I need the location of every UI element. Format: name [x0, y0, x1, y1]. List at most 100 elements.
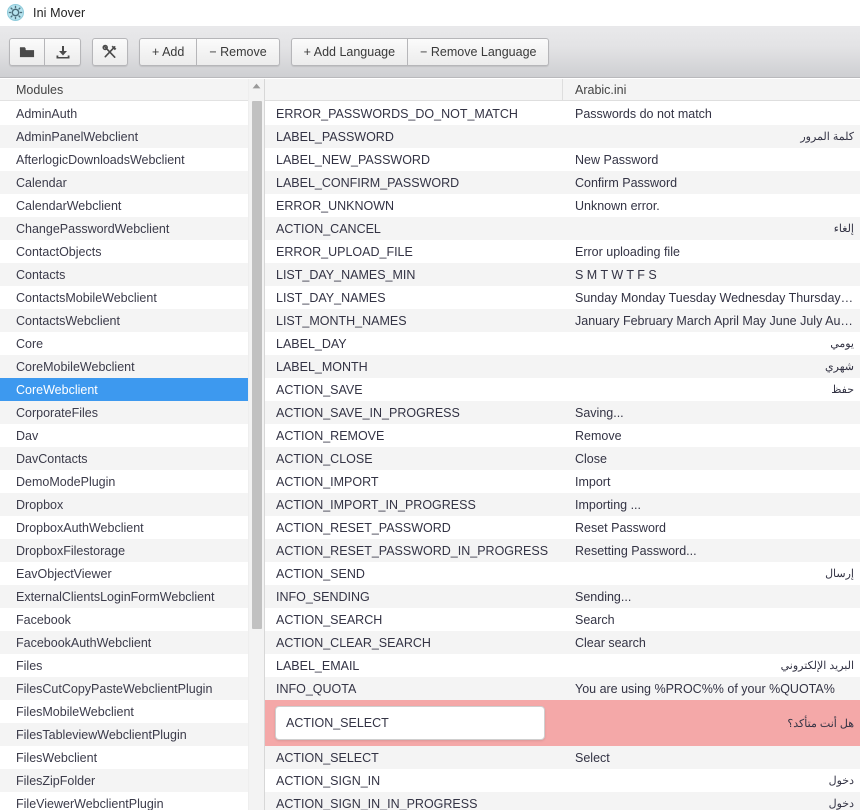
sidebar-item-afterlogicdownloadswebclient[interactable]: AfterlogicDownloadsWebclient — [0, 148, 264, 171]
sidebar-scrollbar[interactable] — [248, 79, 264, 810]
sidebar-item-fileviewerwebclientplugin[interactable]: FileViewerWebclientPlugin — [0, 792, 264, 810]
value-cell[interactable]: Resetting Password... — [563, 539, 860, 562]
table-row[interactable]: LIST_DAY_NAMESSunday Monday Tuesday Wedn… — [265, 286, 860, 309]
value-cell[interactable]: Remove — [563, 424, 860, 447]
scroll-up-arrow-icon[interactable] — [249, 79, 264, 93]
table-row[interactable]: LABEL_DAYيومي — [265, 332, 860, 355]
column-header-value[interactable]: Arabic.ini — [563, 79, 860, 100]
value-cell[interactable]: Sending... — [563, 585, 860, 608]
table-body[interactable]: ERROR_PASSWORDS_DO_NOT_MATCHPasswords do… — [265, 102, 860, 810]
sidebar-item-dropboxauthwebclient[interactable]: DropboxAuthWebclient — [0, 516, 264, 539]
value-cell[interactable]: دخول — [563, 769, 860, 792]
table-row[interactable]: INFO_SENDINGSending... — [265, 585, 860, 608]
sidebar-item-contactsmobilewebclient[interactable]: ContactsMobileWebclient — [0, 286, 264, 309]
table-row[interactable]: ACTION_CLOSEClose — [265, 447, 860, 470]
table-row[interactable]: ACTION_CANCELإلغاء — [265, 217, 860, 240]
sidebar-item-corewebclient[interactable]: CoreWebclient — [0, 378, 264, 401]
value-cell[interactable]: Saving... — [563, 401, 860, 424]
table-row[interactable]: ACTION_CLEAR_SEARCHClear search — [265, 631, 860, 654]
add-button[interactable]: + Add — [139, 38, 197, 66]
table-row[interactable]: ACTION_SENDإرسال — [265, 562, 860, 585]
value-cell[interactable]: هل أنت متأكد؟ — [563, 700, 860, 746]
sidebar-item-contacts[interactable]: Contacts — [0, 263, 264, 286]
sidebar-item-files[interactable]: Files — [0, 654, 264, 677]
value-cell[interactable]: January February March April May June Ju… — [563, 309, 860, 332]
table-row[interactable]: هل أنت متأكد؟ — [265, 700, 860, 746]
value-cell[interactable]: S M T W T F S — [563, 263, 860, 286]
modules-list[interactable]: AdminAuthAdminPanelWebclientAfterlogicDo… — [0, 102, 264, 810]
value-cell[interactable]: Select — [563, 746, 860, 769]
sidebar-item-dropboxfilestorage[interactable]: DropboxFilestorage — [0, 539, 264, 562]
table-row[interactable]: ACTION_SAVE_IN_PROGRESSSaving... — [265, 401, 860, 424]
value-cell[interactable]: Close — [563, 447, 860, 470]
sidebar-scrollbar-thumb[interactable] — [252, 101, 262, 629]
sidebar-item-eavobjectviewer[interactable]: EavObjectViewer — [0, 562, 264, 585]
sidebar-item-calendarwebclient[interactable]: CalendarWebclient — [0, 194, 264, 217]
sidebar-item-contactswebclient[interactable]: ContactsWebclient — [0, 309, 264, 332]
table-row[interactable]: ACTION_RESET_PASSWORDReset Password — [265, 516, 860, 539]
remove-language-button[interactable]: − Remove Language — [408, 38, 549, 66]
sidebar-item-adminpanelwebclient[interactable]: AdminPanelWebclient — [0, 125, 264, 148]
table-row[interactable]: ACTION_IMPORT_IN_PROGRESSImporting ... — [265, 493, 860, 516]
value-cell[interactable]: شهري — [563, 355, 860, 378]
value-cell[interactable]: Unknown error. — [563, 194, 860, 217]
sidebar-item-dropbox[interactable]: Dropbox — [0, 493, 264, 516]
sidebar-item-changepasswordwebclient[interactable]: ChangePasswordWebclient — [0, 217, 264, 240]
sidebar-item-filestableviewwebclientplugin[interactable]: FilesTableviewWebclientPlugin — [0, 723, 264, 746]
table-row[interactable]: ACTION_RESET_PASSWORD_IN_PROGRESSResetti… — [265, 539, 860, 562]
open-folder-button[interactable] — [9, 38, 45, 66]
table-row[interactable]: ACTION_IMPORTImport — [265, 470, 860, 493]
sidebar-item-calendar[interactable]: Calendar — [0, 171, 264, 194]
table-row[interactable]: ERROR_UNKNOWNUnknown error. — [265, 194, 860, 217]
table-row[interactable]: ERROR_UPLOAD_FILEError uploading file — [265, 240, 860, 263]
column-header-key[interactable] — [265, 79, 563, 100]
sidebar-item-corporatefiles[interactable]: CorporateFiles — [0, 401, 264, 424]
value-cell[interactable]: دخول — [563, 792, 860, 810]
table-row[interactable]: ACTION_SEARCHSearch — [265, 608, 860, 631]
sidebar-item-facebookauthwebclient[interactable]: FacebookAuthWebclient — [0, 631, 264, 654]
value-cell[interactable]: You are using %PROC%% of your %QUOTA% — [563, 677, 860, 700]
sidebar-item-fileswebclient[interactable]: FilesWebclient — [0, 746, 264, 769]
value-cell[interactable]: Confirm Password — [563, 171, 860, 194]
remove-button[interactable]: − Remove — [197, 38, 279, 66]
value-cell[interactable]: Clear search — [563, 631, 860, 654]
value-cell[interactable]: يومي — [563, 332, 860, 355]
value-cell[interactable]: Import — [563, 470, 860, 493]
value-cell[interactable]: إلغاء — [563, 217, 860, 240]
table-row[interactable]: LABEL_MONTHشهري — [265, 355, 860, 378]
table-row[interactable]: ACTION_REMOVERemove — [265, 424, 860, 447]
sidebar-item-adminauth[interactable]: AdminAuth — [0, 102, 264, 125]
sidebar-item-contactobjects[interactable]: ContactObjects — [0, 240, 264, 263]
table-row[interactable]: ACTION_SAVEحفظ — [265, 378, 860, 401]
table-row[interactable]: LIST_MONTH_NAMESJanuary February March A… — [265, 309, 860, 332]
add-language-button[interactable]: + Add Language — [291, 38, 408, 66]
value-cell[interactable]: Passwords do not match — [563, 102, 860, 125]
value-cell[interactable]: Reset Password — [563, 516, 860, 539]
save-button[interactable] — [45, 38, 81, 66]
table-row[interactable]: LIST_DAY_NAMES_MINS M T W T F S — [265, 263, 860, 286]
sidebar-item-dav[interactable]: Dav — [0, 424, 264, 447]
sidebar-item-fileszipfolder[interactable]: FilesZipFolder — [0, 769, 264, 792]
sidebar-item-filesmobilewebclient[interactable]: FilesMobileWebclient — [0, 700, 264, 723]
sidebar-item-core[interactable]: Core — [0, 332, 264, 355]
value-cell[interactable]: حفظ — [563, 378, 860, 401]
tools-button[interactable] — [92, 38, 128, 66]
value-cell[interactable]: Importing ... — [563, 493, 860, 516]
value-cell[interactable]: Error uploading file — [563, 240, 860, 263]
table-row[interactable]: LABEL_CONFIRM_PASSWORDConfirm Password — [265, 171, 860, 194]
table-row[interactable]: LABEL_PASSWORDكلمة المرور — [265, 125, 860, 148]
table-row[interactable]: INFO_QUOTAYou are using %PROC%% of your … — [265, 677, 860, 700]
table-row[interactable]: ACTION_SELECTSelect — [265, 746, 860, 769]
value-cell[interactable]: Sunday Monday Tuesday Wednesday Thursday… — [563, 286, 860, 309]
table-row[interactable]: LABEL_EMAILالبريد الإلكتروني — [265, 654, 860, 677]
table-row[interactable]: ACTION_SIGN_INدخول — [265, 769, 860, 792]
key-edit-input[interactable] — [275, 706, 545, 740]
sidebar-item-coremobilewebclient[interactable]: CoreMobileWebclient — [0, 355, 264, 378]
value-cell[interactable]: إرسال — [563, 562, 860, 585]
value-cell[interactable]: New Password — [563, 148, 860, 171]
value-cell[interactable]: كلمة المرور — [563, 125, 860, 148]
sidebar-item-filescutcopypastewebclientplugin[interactable]: FilesCutCopyPasteWebclientPlugin — [0, 677, 264, 700]
table-row[interactable]: LABEL_NEW_PASSWORDNew Password — [265, 148, 860, 171]
value-cell[interactable]: Search — [563, 608, 860, 631]
sidebar-item-demomodeplugin[interactable]: DemoModePlugin — [0, 470, 264, 493]
